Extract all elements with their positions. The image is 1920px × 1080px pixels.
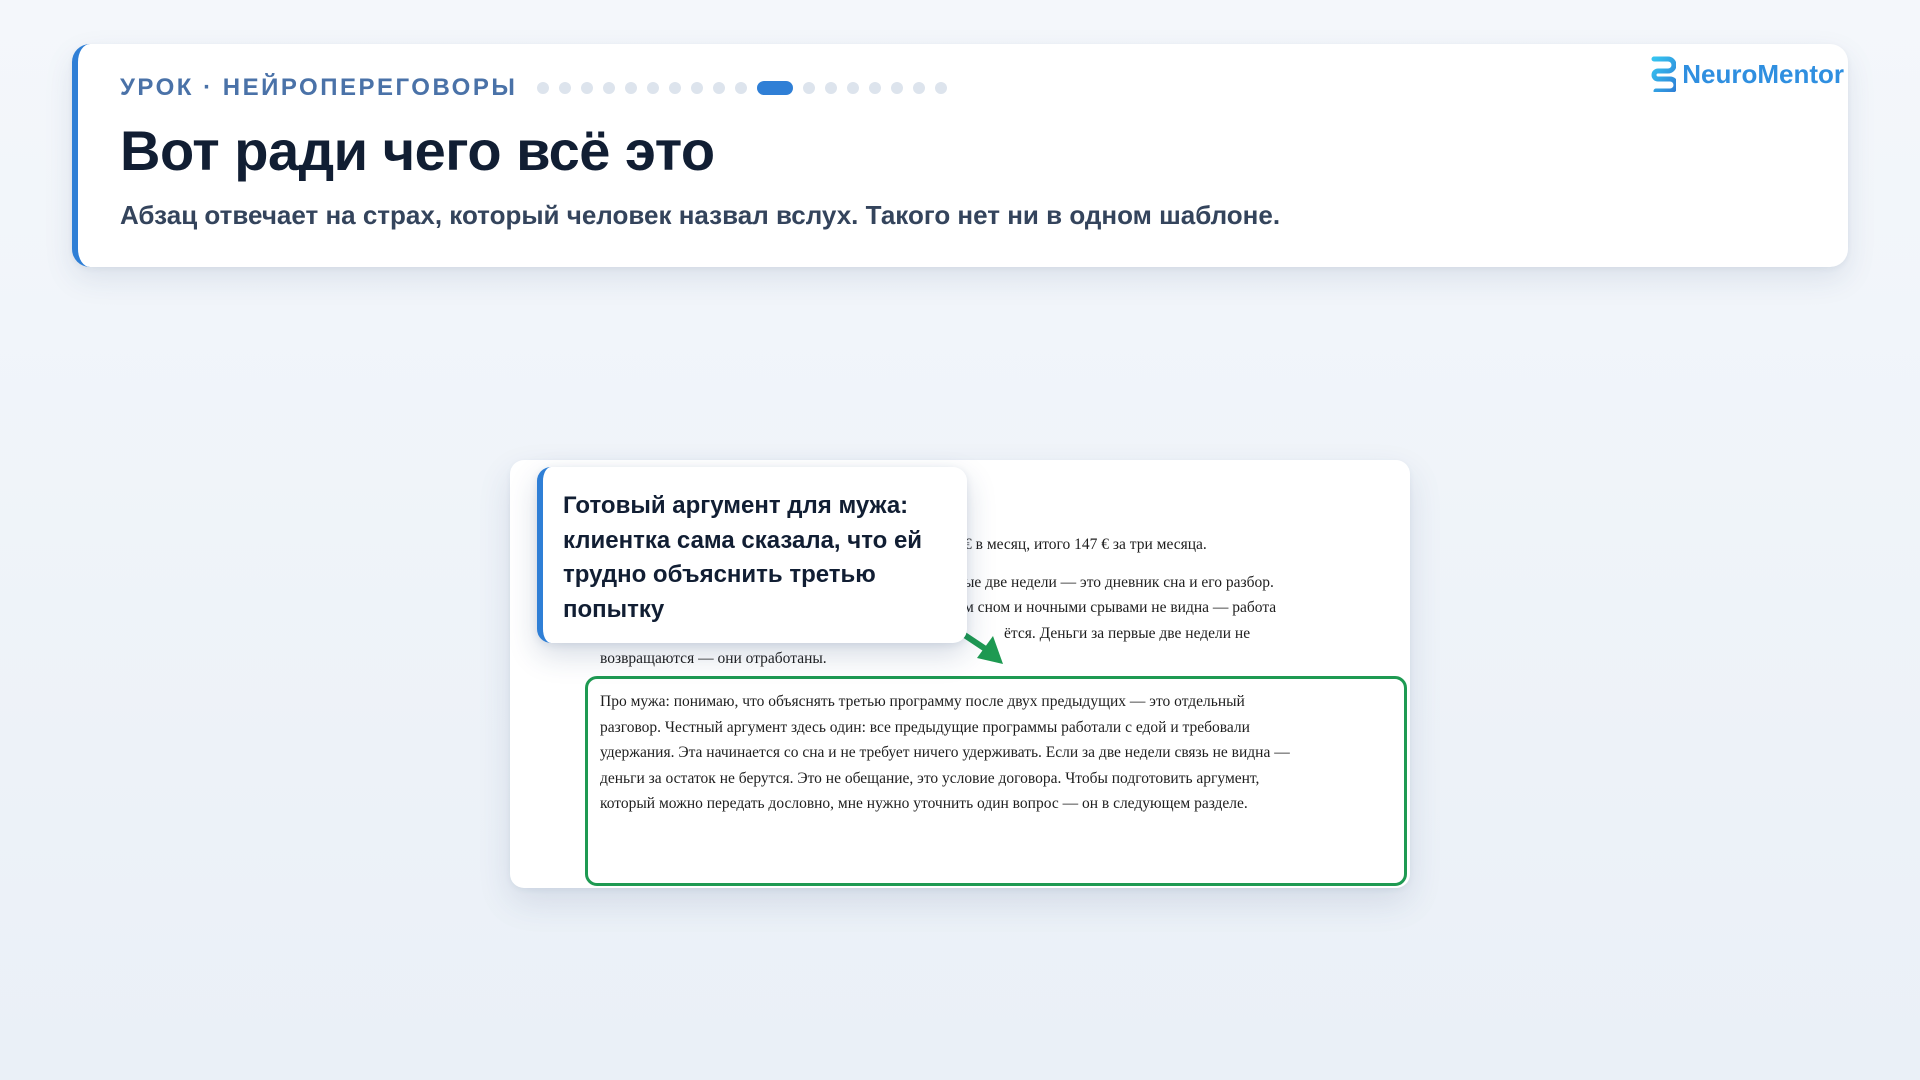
doc-line: возвращаются — они отработаны. — [600, 650, 827, 667]
progress-dot — [603, 82, 616, 94]
brand-logo: NeuroMentor — [1648, 56, 1844, 92]
progress-dot — [735, 82, 748, 94]
callout-card: Готовый аргумент для мужа: клиентка сама… — [537, 467, 967, 643]
lesson-header: УРОК · НЕЙРОПЕРЕГОВОРЫ Вот ради чего всё… — [72, 44, 1848, 267]
progress-dot — [825, 82, 838, 94]
progress-dots — [537, 81, 957, 95]
highlighted-paragraph: Про мужа: понимаю, что объяснять третью … — [600, 693, 1290, 813]
lesson-label: УРОК · НЕЙРОПЕРЕГОВОРЫ — [120, 74, 518, 101]
progress-dot — [847, 82, 860, 94]
progress-dot — [803, 82, 816, 94]
progress-dot — [891, 82, 904, 94]
progress-dot — [691, 82, 704, 94]
progress-dot — [581, 82, 594, 94]
logo-text: NeuroMentor — [1682, 58, 1844, 89]
lesson-row: УРОК · НЕЙРОПЕРЕГОВОРЫ — [120, 74, 957, 102]
progress-dot — [559, 82, 572, 94]
neuromentor-logo-icon — [1651, 56, 1677, 92]
doc-line: € в месяц, итого 147 € за три месяца. — [964, 536, 1207, 553]
page-title: Вот ради чего всё это — [120, 119, 715, 182]
progress-dot — [913, 82, 926, 94]
highlighted-paragraph-box: Про мужа: понимаю, что объяснять третью … — [585, 676, 1407, 886]
doc-line: ые две недели — это дневник сна и его ра… — [964, 574, 1274, 591]
progress-dot — [869, 82, 882, 94]
progress-dot — [625, 82, 638, 94]
page-subtitle: Абзац отвечает на страх, который человек… — [120, 200, 1281, 230]
progress-dot — [647, 82, 660, 94]
callout-text: Готовый аргумент для мужа: клиентка сама… — [563, 492, 923, 623]
progress-dot — [669, 82, 682, 94]
doc-line: м сном и ночными срывами не видна — рабо… — [964, 599, 1277, 616]
doc-line: ётся. Деньги за первые две недели не — [1004, 625, 1251, 642]
progress-dot — [537, 82, 550, 94]
progress-dot — [935, 82, 948, 94]
progress-dot — [713, 82, 726, 94]
progress-dot-current — [757, 81, 794, 95]
